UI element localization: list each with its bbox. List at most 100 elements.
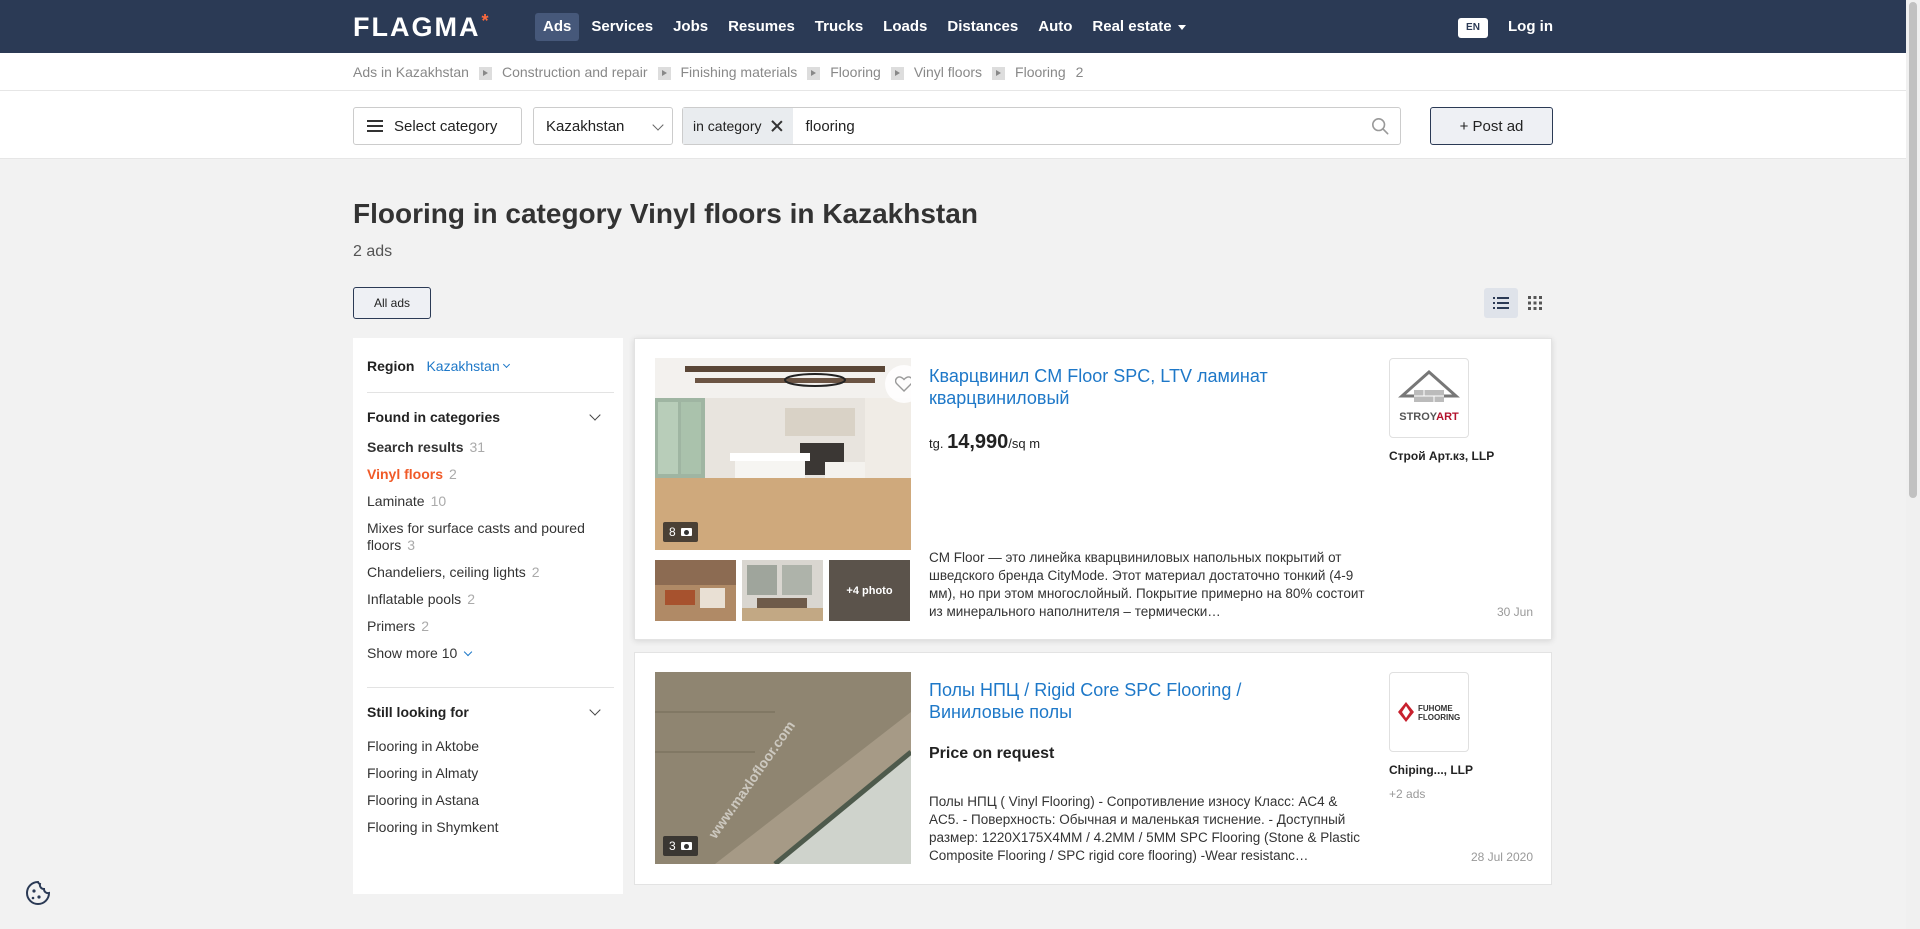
- still-looking-link[interactable]: Flooring in Shymkent: [367, 819, 613, 836]
- category-count: 2: [421, 618, 430, 634]
- breadcrumb-item[interactable]: Vinyl floors: [914, 64, 982, 80]
- nav-real-estate[interactable]: Real estate: [1084, 13, 1193, 41]
- category-count: 3: [407, 537, 416, 553]
- chip-label: in category: [693, 118, 762, 134]
- heart-icon: [895, 376, 911, 392]
- category-item[interactable]: Primers 2: [367, 618, 597, 635]
- list-view-icon: [1493, 297, 1509, 309]
- scrollbar-thumb[interactable]: [1909, 2, 1917, 498]
- divider: [367, 392, 614, 393]
- still-looking-link[interactable]: Flooring in Astana: [367, 792, 613, 809]
- category-count: 10: [430, 493, 447, 509]
- photo-count: 8: [669, 525, 676, 539]
- seller-logo[interactable]: FUHOME FLOORING: [1389, 672, 1469, 752]
- chevron-down-icon: [589, 409, 601, 421]
- category-item[interactable]: Laminate 10: [367, 493, 597, 510]
- nav-trucks[interactable]: Trucks: [807, 13, 871, 41]
- nav-real-estate-label: Real estate: [1092, 18, 1172, 35]
- listing-description: Полы НПЦ ( Vinyl Flooring) - Сопротивлен…: [929, 794, 1361, 863]
- logo-text: FLAGMA: [353, 12, 481, 42]
- chevron-right-icon: [657, 66, 671, 80]
- listing-thumbnail[interactable]: [742, 560, 823, 621]
- nav-ads[interactable]: Ads: [535, 13, 580, 41]
- listing-description: CM Floor — это линейка кварцвиниловых на…: [929, 550, 1365, 619]
- list-view-button[interactable]: [1484, 288, 1518, 318]
- logo-star-icon: *: [481, 11, 491, 31]
- listing-title[interactable]: Кварцвинил CM Floor SPC, LTV ламинат ква…: [929, 365, 1329, 409]
- divider: [367, 687, 614, 688]
- seller-more-ads[interactable]: +2 ads: [1389, 787, 1425, 801]
- breadcrumb-bar: Ads in Kazakhstan Construction and repai…: [0, 53, 1920, 91]
- category-label: Mixes for surface casts and poured floor…: [367, 520, 585, 553]
- close-icon[interactable]: [771, 120, 783, 132]
- login-link[interactable]: Log in: [1508, 18, 1553, 35]
- category-count: 31: [469, 439, 486, 455]
- select-category-button[interactable]: Select category: [353, 107, 522, 145]
- breadcrumb-item[interactable]: Ads in Kazakhstan: [353, 64, 469, 80]
- category-item[interactable]: Search results 31: [367, 439, 597, 456]
- show-more-button[interactable]: Show more 10: [367, 645, 613, 661]
- listing-price: tg. 14,990/sq m: [929, 431, 1040, 454]
- breadcrumb-item[interactable]: Construction and repair: [502, 64, 648, 80]
- listing-date: 28 Jul 2020: [1470, 850, 1533, 864]
- nav-auto[interactable]: Auto: [1030, 13, 1080, 41]
- listing-thumbnail[interactable]: [655, 560, 736, 621]
- category-item-active[interactable]: Vinyl floors 2: [367, 466, 597, 483]
- region-label: Region: [367, 358, 415, 374]
- region-filter: Region Kazakhstan: [367, 358, 613, 374]
- nav-resumes[interactable]: Resumes: [720, 13, 803, 41]
- region-link[interactable]: Kazakhstan: [426, 358, 499, 374]
- still-looking-link[interactable]: Flooring in Aktobe: [367, 738, 613, 755]
- still-looking-link[interactable]: Flooring in Almaty: [367, 765, 613, 782]
- breadcrumb-item[interactable]: Flooring: [830, 64, 881, 80]
- seller-name[interactable]: Chiping..., LLP: [1389, 763, 1473, 777]
- listing-price: Price on request: [929, 745, 1055, 762]
- nav-distances[interactable]: Distances: [939, 13, 1026, 41]
- more-photos-thumbnail[interactable]: +4 photo: [829, 560, 910, 621]
- chevron-down-icon: [589, 704, 601, 716]
- cookie-settings-icon[interactable]: [24, 879, 52, 907]
- chevron-down-icon: [464, 647, 473, 656]
- language-switch[interactable]: EN: [1458, 18, 1488, 38]
- category-item[interactable]: Chandeliers, ceiling lights 2: [367, 564, 597, 581]
- listing-card[interactable]: www.maxlofloor.com 3 Полы НПЦ / Rigid Co…: [634, 652, 1552, 885]
- page-title: Flooring in category Vinyl floors in Kaz…: [353, 198, 978, 229]
- chevron-right-icon: [992, 66, 1006, 80]
- photo-count-badge: 3: [663, 836, 698, 856]
- search-input[interactable]: [805, 117, 1366, 135]
- seller-logo[interactable]: STROYART: [1389, 358, 1469, 438]
- category-item[interactable]: Mixes for surface casts and poured floor…: [367, 520, 597, 554]
- main-nav: Ads Services Jobs Resumes Trucks Loads D…: [535, 13, 1194, 41]
- all-ads-button[interactable]: All ads: [353, 287, 431, 319]
- breadcrumb: Ads in Kazakhstan Construction and repai…: [353, 64, 1083, 80]
- seller-name[interactable]: Строй Арт.кз, LLP: [1389, 449, 1494, 463]
- category-item[interactable]: Inflatable pools 2: [367, 591, 597, 608]
- flagma-logo[interactable]: FLAGMA *: [353, 12, 491, 43]
- svg-text:FUHOME: FUHOME: [1418, 704, 1453, 713]
- page-scrollbar[interactable]: [1906, 0, 1920, 929]
- search-icon[interactable]: [1371, 117, 1389, 135]
- nav-services[interactable]: Services: [583, 13, 661, 41]
- listing-main-photo[interactable]: www.maxlofloor.com 3: [655, 672, 911, 864]
- category-label: Search results: [367, 439, 464, 455]
- found-categories-header[interactable]: Found in categories: [367, 409, 601, 425]
- category-label: Primers: [367, 618, 416, 634]
- grid-view-button[interactable]: [1518, 288, 1552, 318]
- nav-jobs[interactable]: Jobs: [665, 13, 716, 41]
- thumbnail-photo: [742, 560, 823, 621]
- post-ad-button[interactable]: + Post ad: [1430, 107, 1553, 145]
- listing-card[interactable]: 8 +4 photo Кварцвинил CM Floor SPC, LTV …: [634, 338, 1552, 640]
- category-label: Chandeliers, ceiling lights: [367, 564, 526, 580]
- listing-title[interactable]: Полы НПЦ / Rigid Core SPC Flooring / Вин…: [929, 679, 1329, 723]
- menu-icon: [367, 120, 383, 132]
- top-navbar: FLAGMA * Ads Services Jobs Resumes Trucks…: [0, 0, 1920, 53]
- caret-down-icon: [1177, 24, 1186, 30]
- breadcrumb-item[interactable]: Finishing materials: [681, 64, 798, 80]
- still-looking-header[interactable]: Still looking for: [367, 704, 601, 720]
- price-unit: /sq m: [1008, 436, 1041, 451]
- grid-view-icon: [1528, 296, 1542, 310]
- region-select[interactable]: Kazakhstan: [533, 107, 673, 145]
- chevron-down-icon: [502, 360, 510, 369]
- nav-loads[interactable]: Loads: [875, 13, 935, 41]
- listing-main-photo[interactable]: 8: [655, 358, 911, 550]
